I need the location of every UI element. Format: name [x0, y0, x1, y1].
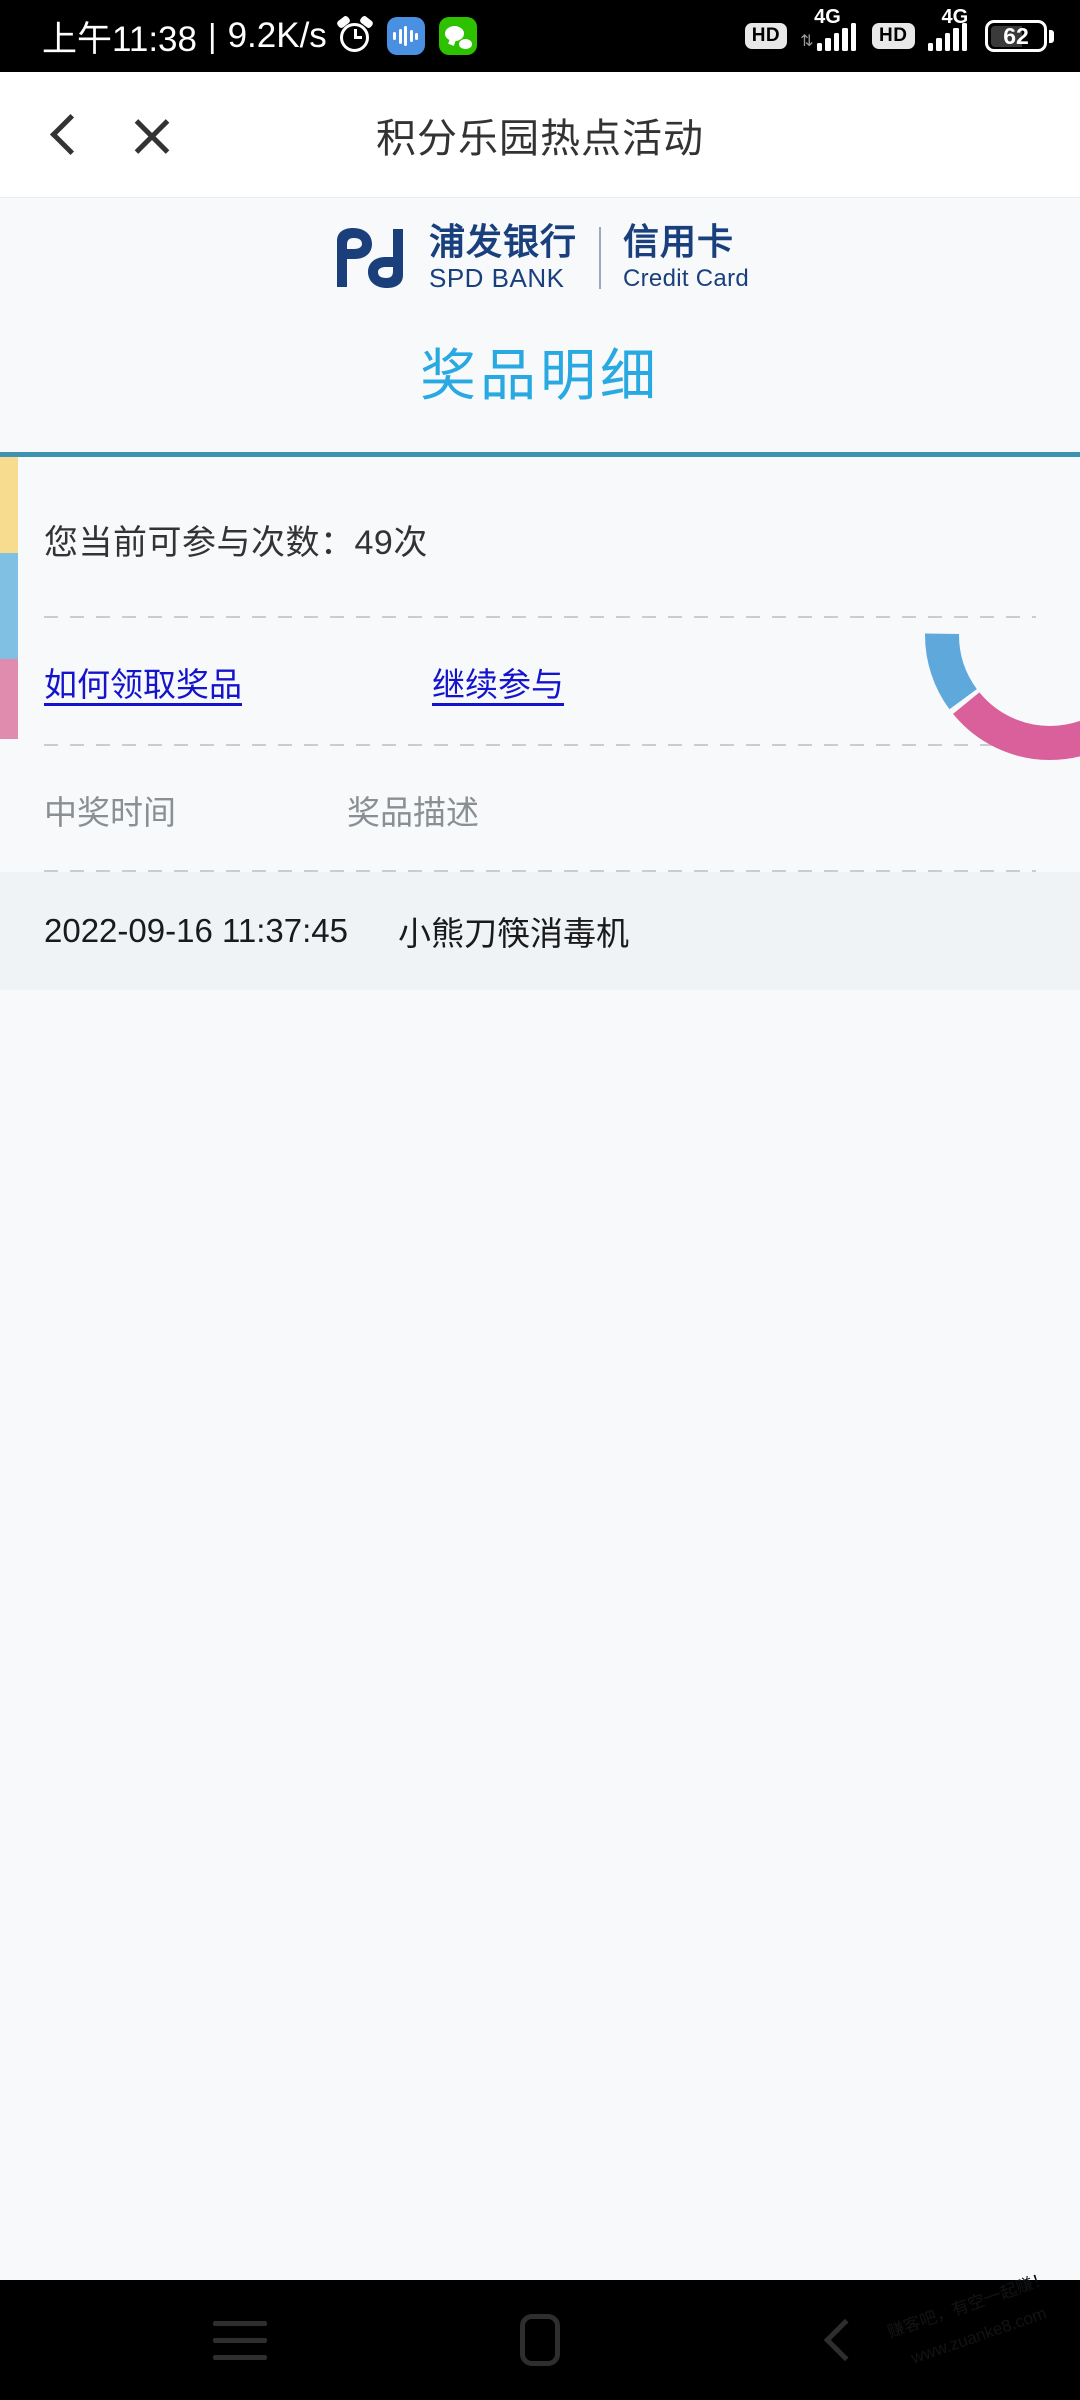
cell-win-time: 2022-09-16 11:37:45 — [44, 912, 348, 949]
network-speed: 9.2K/s — [227, 16, 327, 55]
hd-badge-sim2: HD — [872, 23, 915, 49]
prize-detail-section: 您当前可参与次数：49次 如何领取奖品 继续参与 中奖时间 奖品描述 2022-… — [0, 457, 1080, 990]
participation-counter-text: 您当前可参与次数：49次 — [44, 524, 428, 562]
product-name-block: 信用卡 Credit Card — [623, 224, 749, 291]
voice-recorder-app-icon — [386, 17, 425, 55]
decorative-left-strip — [0, 457, 18, 739]
back-button[interactable] — [30, 102, 96, 168]
how-to-claim-link[interactable]: 如何领取奖品 — [44, 658, 242, 706]
network-type-sim1: 4G — [814, 5, 841, 28]
logo-text-block: 浦发银行 SPD BANK 信用卡 Credit Card — [428, 221, 749, 293]
continue-participate-link[interactable]: 继续参与 — [432, 658, 564, 706]
wechat-app-icon — [438, 17, 477, 55]
spd-bank-logo-mark-icon — [331, 225, 409, 291]
bank-name-en: SPD BANK — [428, 263, 565, 293]
recents-button[interactable] — [185, 2285, 295, 2395]
column-header-time: 中奖时间 — [44, 794, 176, 831]
status-separator: | — [208, 17, 217, 54]
bank-name-block: 浦发银行 SPD BANK — [428, 221, 577, 293]
phone-screen: 上午11:38 | 9.2K/s HD 4G ⇅ HD 4G 62 积分乐园热点… — [0, 0, 1080, 2400]
system-navigation-bar: 赚客吧，有空一起赚！ www.zuanke8.com — [0, 2269, 1080, 2400]
status-bar-left: 上午11:38 | 9.2K/s — [42, 11, 745, 62]
product-name-cn: 信用卡 — [623, 221, 735, 262]
bank-name-cn: 浦发银行 — [428, 221, 577, 262]
home-button[interactable] — [485, 2285, 595, 2395]
status-bar-right: HD 4G ⇅ HD 4G 62 — [744, 6, 1054, 52]
alarm-clock-icon — [335, 14, 374, 54]
spd-bank-logo: 浦发银行 SPD BANK 信用卡 Credit Card — [331, 224, 749, 291]
app-header-bar: 积分乐园热点活动 — [0, 72, 1080, 198]
product-name-en: Credit Card — [623, 265, 750, 292]
page-title: 奖品明细 — [420, 344, 660, 407]
watermark-line-2: www.zuanke8.com — [908, 2303, 1050, 2368]
network-type-sim2: 4G — [941, 5, 969, 28]
battery-indicator: 62 — [985, 20, 1054, 52]
logo-divider — [599, 226, 601, 289]
page-content: 浦发银行 SPD BANK 信用卡 Credit Card 奖品明细 您当前可参… — [0, 198, 1080, 2400]
status-bar: 上午11:38 | 9.2K/s HD 4G ⇅ HD 4G 62 — [0, 0, 1080, 72]
status-time: 上午11:38 — [42, 19, 197, 59]
signal-sim2: 4G — [927, 6, 968, 51]
battery-percent-label: 62 — [1003, 22, 1029, 49]
recents-menu-icon — [213, 2320, 267, 2360]
hd-badge-sim1: HD — [744, 23, 788, 49]
brand-bar: 浦发银行 SPD BANK 信用卡 Credit Card — [0, 198, 1080, 291]
close-button[interactable] — [118, 102, 184, 168]
site-watermark: 赚客吧，有空一起赚！ www.zuanke8.com — [883, 2263, 1075, 2400]
cell-prize-description: 小熊刀筷消毒机 — [397, 915, 629, 952]
data-transfer-arrows-icon: ⇅ — [800, 32, 814, 50]
system-back-button[interactable] — [785, 2285, 895, 2395]
column-header-prize: 奖品描述 — [347, 794, 479, 831]
nav-back-chevron-icon — [823, 2318, 867, 2362]
table-row: 2022-09-16 11:37:45 小熊刀筷消毒机 — [0, 872, 1080, 990]
decorative-prize-wheel-ring — [900, 485, 1080, 785]
signal-sim1: 4G ⇅ — [800, 6, 857, 51]
home-square-icon — [520, 2314, 560, 2366]
